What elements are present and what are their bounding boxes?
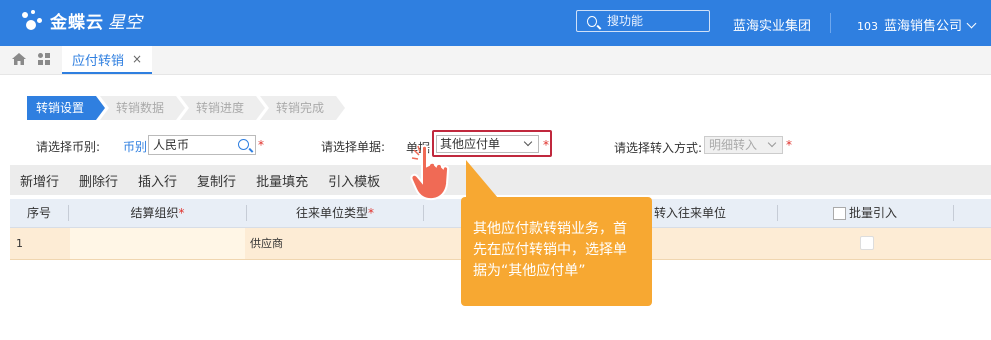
logo-subtext: 星空: [108, 13, 142, 33]
search-input[interactable]: [605, 13, 709, 29]
required-mark: *: [258, 138, 264, 152]
col-separator: [953, 205, 954, 221]
row-seq: 1: [16, 237, 23, 250]
col-separator: [68, 205, 69, 221]
col-seq: 序号: [26, 206, 51, 220]
bill-prompt: 请选择单据:: [321, 140, 386, 154]
logo-icon: [22, 9, 44, 32]
row-settle-org-cell[interactable]: [70, 228, 245, 259]
tab-label: 应付转销: [72, 53, 125, 69]
chevron-down-icon: [966, 18, 977, 29]
top-bar: 金蝶云 星空 蓝海实业集团 103 蓝海销售公司: [0, 0, 991, 46]
col-batch-import[interactable]: 批量引入: [780, 199, 950, 227]
search-icon: [587, 15, 597, 27]
function-search[interactable]: [576, 10, 710, 32]
tab-bar: 应付转销 ×: [0, 46, 991, 75]
col-contact-type-label: 往来单位类型: [295, 206, 368, 220]
row-batch-import-checkbox[interactable]: [860, 236, 874, 250]
search-icon[interactable]: [238, 139, 249, 150]
company-name: 蓝海销售公司: [884, 19, 963, 34]
col-contact-type[interactable]: 往来单位类型*: [247, 199, 423, 227]
required-mark: *: [786, 138, 792, 152]
tab-payable-writeoff[interactable]: 应付转销 ×: [62, 46, 153, 74]
currency-input[interactable]: 人民币: [148, 135, 256, 155]
import-mode-select[interactable]: 明细转入: [704, 136, 783, 154]
delete-row-button[interactable]: 删除行: [69, 171, 128, 190]
col-settle-org-label: 结算组织: [130, 206, 179, 220]
required-mark: *: [178, 206, 185, 220]
col-settle-org[interactable]: 结算组织*: [70, 199, 245, 227]
home-icon[interactable]: [12, 53, 26, 65]
step-settings[interactable]: 转销设置: [27, 96, 106, 120]
chevron-down-icon: [523, 137, 533, 147]
chevron-down-icon: [767, 138, 777, 148]
guide-tooltip: 其他应付款转销业务，首先在应付转销中，选择单据为“其他应付单”: [461, 197, 652, 306]
col-separator: [777, 205, 778, 221]
import-template-button[interactable]: 引入模板: [318, 171, 390, 190]
bill-type-select[interactable]: 其他应付单: [436, 135, 539, 153]
app-logo[interactable]: 金蝶云 星空: [22, 8, 142, 33]
batch-fill-button[interactable]: 批量填充: [246, 171, 318, 190]
close-icon[interactable]: ×: [132, 52, 142, 66]
pointing-hand-icon: [410, 144, 450, 201]
copy-row-button[interactable]: 复制行: [187, 171, 246, 190]
tooltip-arrow: [466, 160, 498, 198]
row-contact-type[interactable]: 供应商: [250, 228, 283, 259]
currency-prompt: 请选择币别:: [36, 140, 101, 154]
step-complete[interactable]: 转销完成: [260, 96, 346, 120]
company-switcher[interactable]: 103 蓝海销售公司: [857, 15, 977, 34]
col-batch-import-label: 批量引入: [848, 206, 897, 220]
app-grid-icon[interactable]: [38, 53, 52, 67]
import-mode-value: 明细转入: [709, 138, 758, 152]
batch-import-checkbox[interactable]: [832, 207, 846, 220]
required-mark: *: [368, 206, 374, 220]
col-separator: [423, 205, 424, 221]
step-progress[interactable]: 转销进度: [180, 96, 266, 120]
company-id: 103: [857, 20, 878, 33]
logo-text: 金蝶云: [50, 13, 104, 33]
insert-row-button[interactable]: 插入行: [128, 171, 187, 190]
step-wizard: 转销设置 转销数据 转销进度 转销完成: [27, 96, 346, 120]
grid-toolbar: 新增行 删除行 插入行 复制行 批量填充 引入模板: [10, 165, 991, 195]
currency-value: 人民币: [153, 138, 190, 152]
step-data[interactable]: 转销数据: [100, 96, 186, 120]
header-divider: [830, 13, 831, 33]
currency-field-label: 币别: [123, 140, 148, 154]
add-row-button[interactable]: 新增行: [10, 171, 69, 190]
org-name[interactable]: 蓝海实业集团: [733, 15, 811, 34]
mode-prompt: 请选择转入方式:: [614, 141, 703, 155]
required-mark: *: [543, 138, 549, 152]
